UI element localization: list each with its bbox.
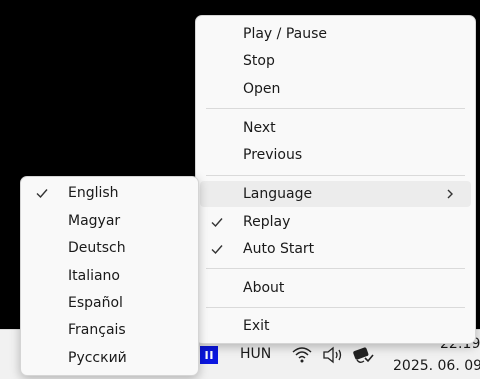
menu-item-about[interactable]: About [200, 275, 471, 301]
volume-icon[interactable] [322, 346, 344, 368]
language-item-label: Español [68, 295, 123, 311]
menu-item-language[interactable]: Language [200, 181, 471, 207]
menu-item-label: Stop [243, 53, 275, 69]
menu-item-label: Exit [243, 318, 270, 334]
menu-item-label: Language [243, 186, 313, 202]
menu-item-label: Next [243, 120, 276, 136]
language-item-label: Deutsch [68, 240, 126, 256]
context-menu: Play / Pause Stop Open Next Previous Lan… [195, 15, 476, 344]
menu-item-replay[interactable]: Replay [200, 209, 471, 235]
wifi-icon[interactable] [292, 346, 312, 368]
menu-item-auto-start[interactable]: Auto Start [200, 236, 471, 262]
menu-item-label: Open [243, 81, 281, 97]
menu-item-stop[interactable]: Stop [200, 48, 471, 74]
menu-separator [206, 108, 465, 109]
menu-item-label: Replay [243, 214, 291, 230]
menu-item-label: Previous [243, 147, 303, 163]
language-item-francais[interactable]: Français [25, 317, 194, 343]
menu-item-next[interactable]: Next [200, 115, 471, 141]
language-item-label: Français [68, 322, 126, 338]
battery-icon[interactable] [352, 346, 374, 370]
menu-item-open[interactable]: Open [200, 76, 471, 102]
menu-item-exit[interactable]: Exit [200, 313, 471, 339]
chevron-right-icon [447, 189, 453, 199]
pause-icon[interactable] [200, 346, 218, 364]
language-item-espanol[interactable]: Español [25, 290, 194, 316]
language-item-magyar[interactable]: Magyar [25, 208, 194, 234]
menu-item-label: About [243, 280, 285, 296]
language-item-label: Русский [68, 350, 127, 366]
menu-separator [206, 307, 465, 308]
menu-item-previous[interactable]: Previous [200, 142, 471, 168]
menu-item-label: Auto Start [243, 241, 315, 257]
menu-item-label: Play / Pause [243, 26, 327, 42]
language-item-label: Italiano [68, 268, 120, 284]
menu-separator [206, 175, 465, 176]
checkmark-icon [211, 218, 223, 228]
language-indicator[interactable]: HUN [240, 346, 271, 362]
language-item-italiano[interactable]: Italiano [25, 263, 194, 289]
clock-date[interactable]: 2025. 06. 09. [393, 358, 480, 374]
language-item-deutsch[interactable]: Deutsch [25, 235, 194, 261]
language-item-label: English [68, 185, 119, 201]
language-item-label: Magyar [68, 213, 121, 229]
language-item-english[interactable]: English [25, 180, 194, 206]
menu-item-play-pause[interactable]: Play / Pause [200, 21, 471, 47]
menu-separator [206, 268, 465, 269]
checkmark-icon [36, 189, 48, 199]
checkmark-icon [211, 245, 223, 255]
language-submenu: English Magyar Deutsch Italiano Español … [20, 176, 199, 376]
language-item-russian[interactable]: Русский [25, 345, 194, 371]
